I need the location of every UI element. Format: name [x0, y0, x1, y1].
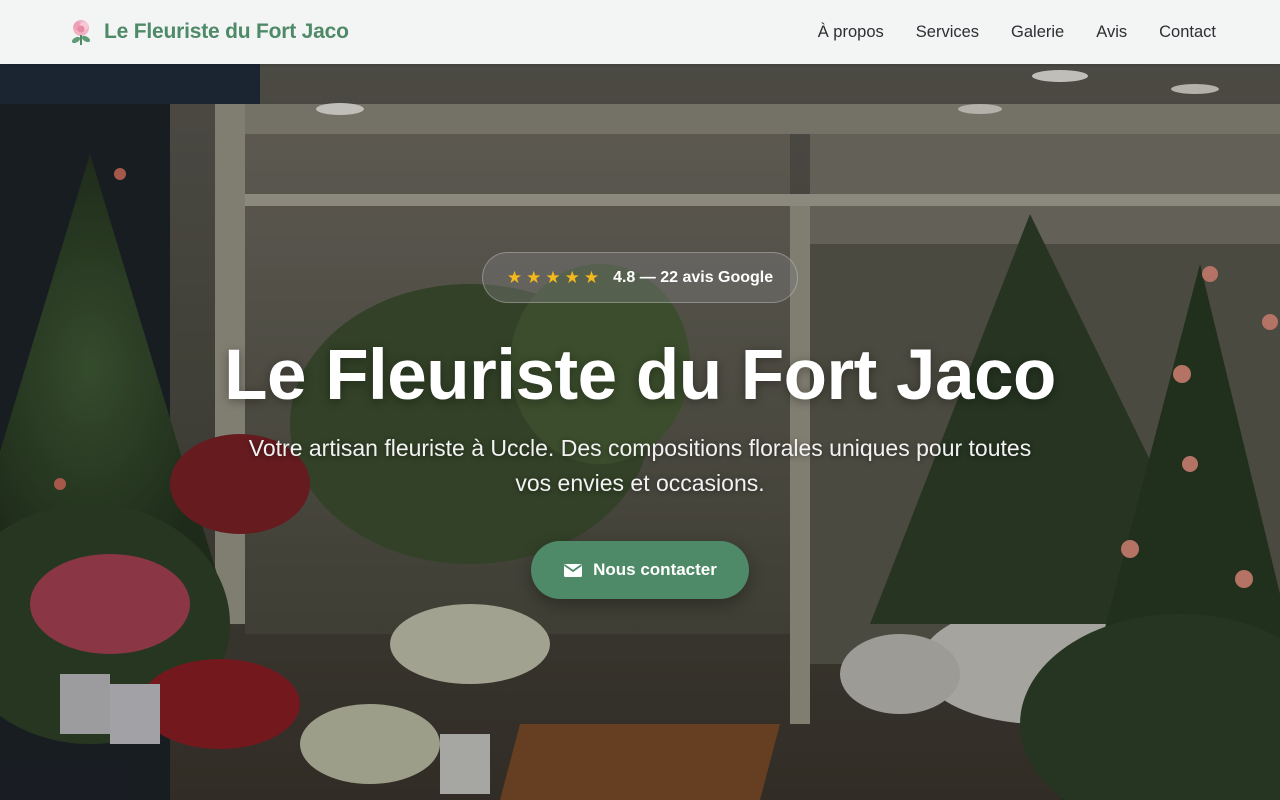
envelope-icon	[563, 560, 583, 580]
rose-icon	[68, 18, 94, 46]
nav-item-a-propos[interactable]: À propos	[818, 23, 884, 42]
hero-content: ★ ★ ★ ★ ★ 4.8 — 22 avis Google Le Fleuri…	[0, 64, 1280, 800]
nav-item-services[interactable]: Services	[916, 23, 979, 42]
rating-text: 4.8 — 22 avis Google	[613, 268, 774, 286]
hero-section: ★ ★ ★ ★ ★ 4.8 — 22 avis Google Le Fleuri…	[0, 64, 1280, 800]
contact-button-label: Nous contacter	[593, 560, 717, 580]
rating-badge: ★ ★ ★ ★ ★ 4.8 — 22 avis Google	[481, 252, 799, 303]
nav-item-avis[interactable]: Avis	[1096, 23, 1127, 42]
star-icon: ★	[506, 268, 523, 287]
rating-stars: ★ ★ ★ ★ ★	[507, 269, 599, 286]
hero-title: Le Fleuriste du Fort Jaco	[224, 336, 1056, 415]
star-icon: ★	[583, 268, 600, 287]
contact-button[interactable]: Nous contacter	[531, 541, 749, 600]
site-header: Le Fleuriste du Fort Jaco À propos Servi…	[0, 0, 1280, 64]
nav-item-galerie[interactable]: Galerie	[1011, 23, 1064, 42]
nav-item-contact[interactable]: Contact	[1159, 23, 1216, 42]
brand-name: Le Fleuriste du Fort Jaco	[104, 20, 349, 43]
main-nav: À propos Services Galerie Avis Contact	[818, 23, 1216, 42]
star-icon: ★	[564, 268, 580, 287]
hero-subtitle: Votre artisan fleuriste à Uccle. Des com…	[248, 435, 1032, 497]
star-icon: ★	[526, 268, 542, 287]
star-icon: ★	[545, 268, 561, 287]
brand-logo-link[interactable]: Le Fleuriste du Fort Jaco	[68, 18, 349, 46]
